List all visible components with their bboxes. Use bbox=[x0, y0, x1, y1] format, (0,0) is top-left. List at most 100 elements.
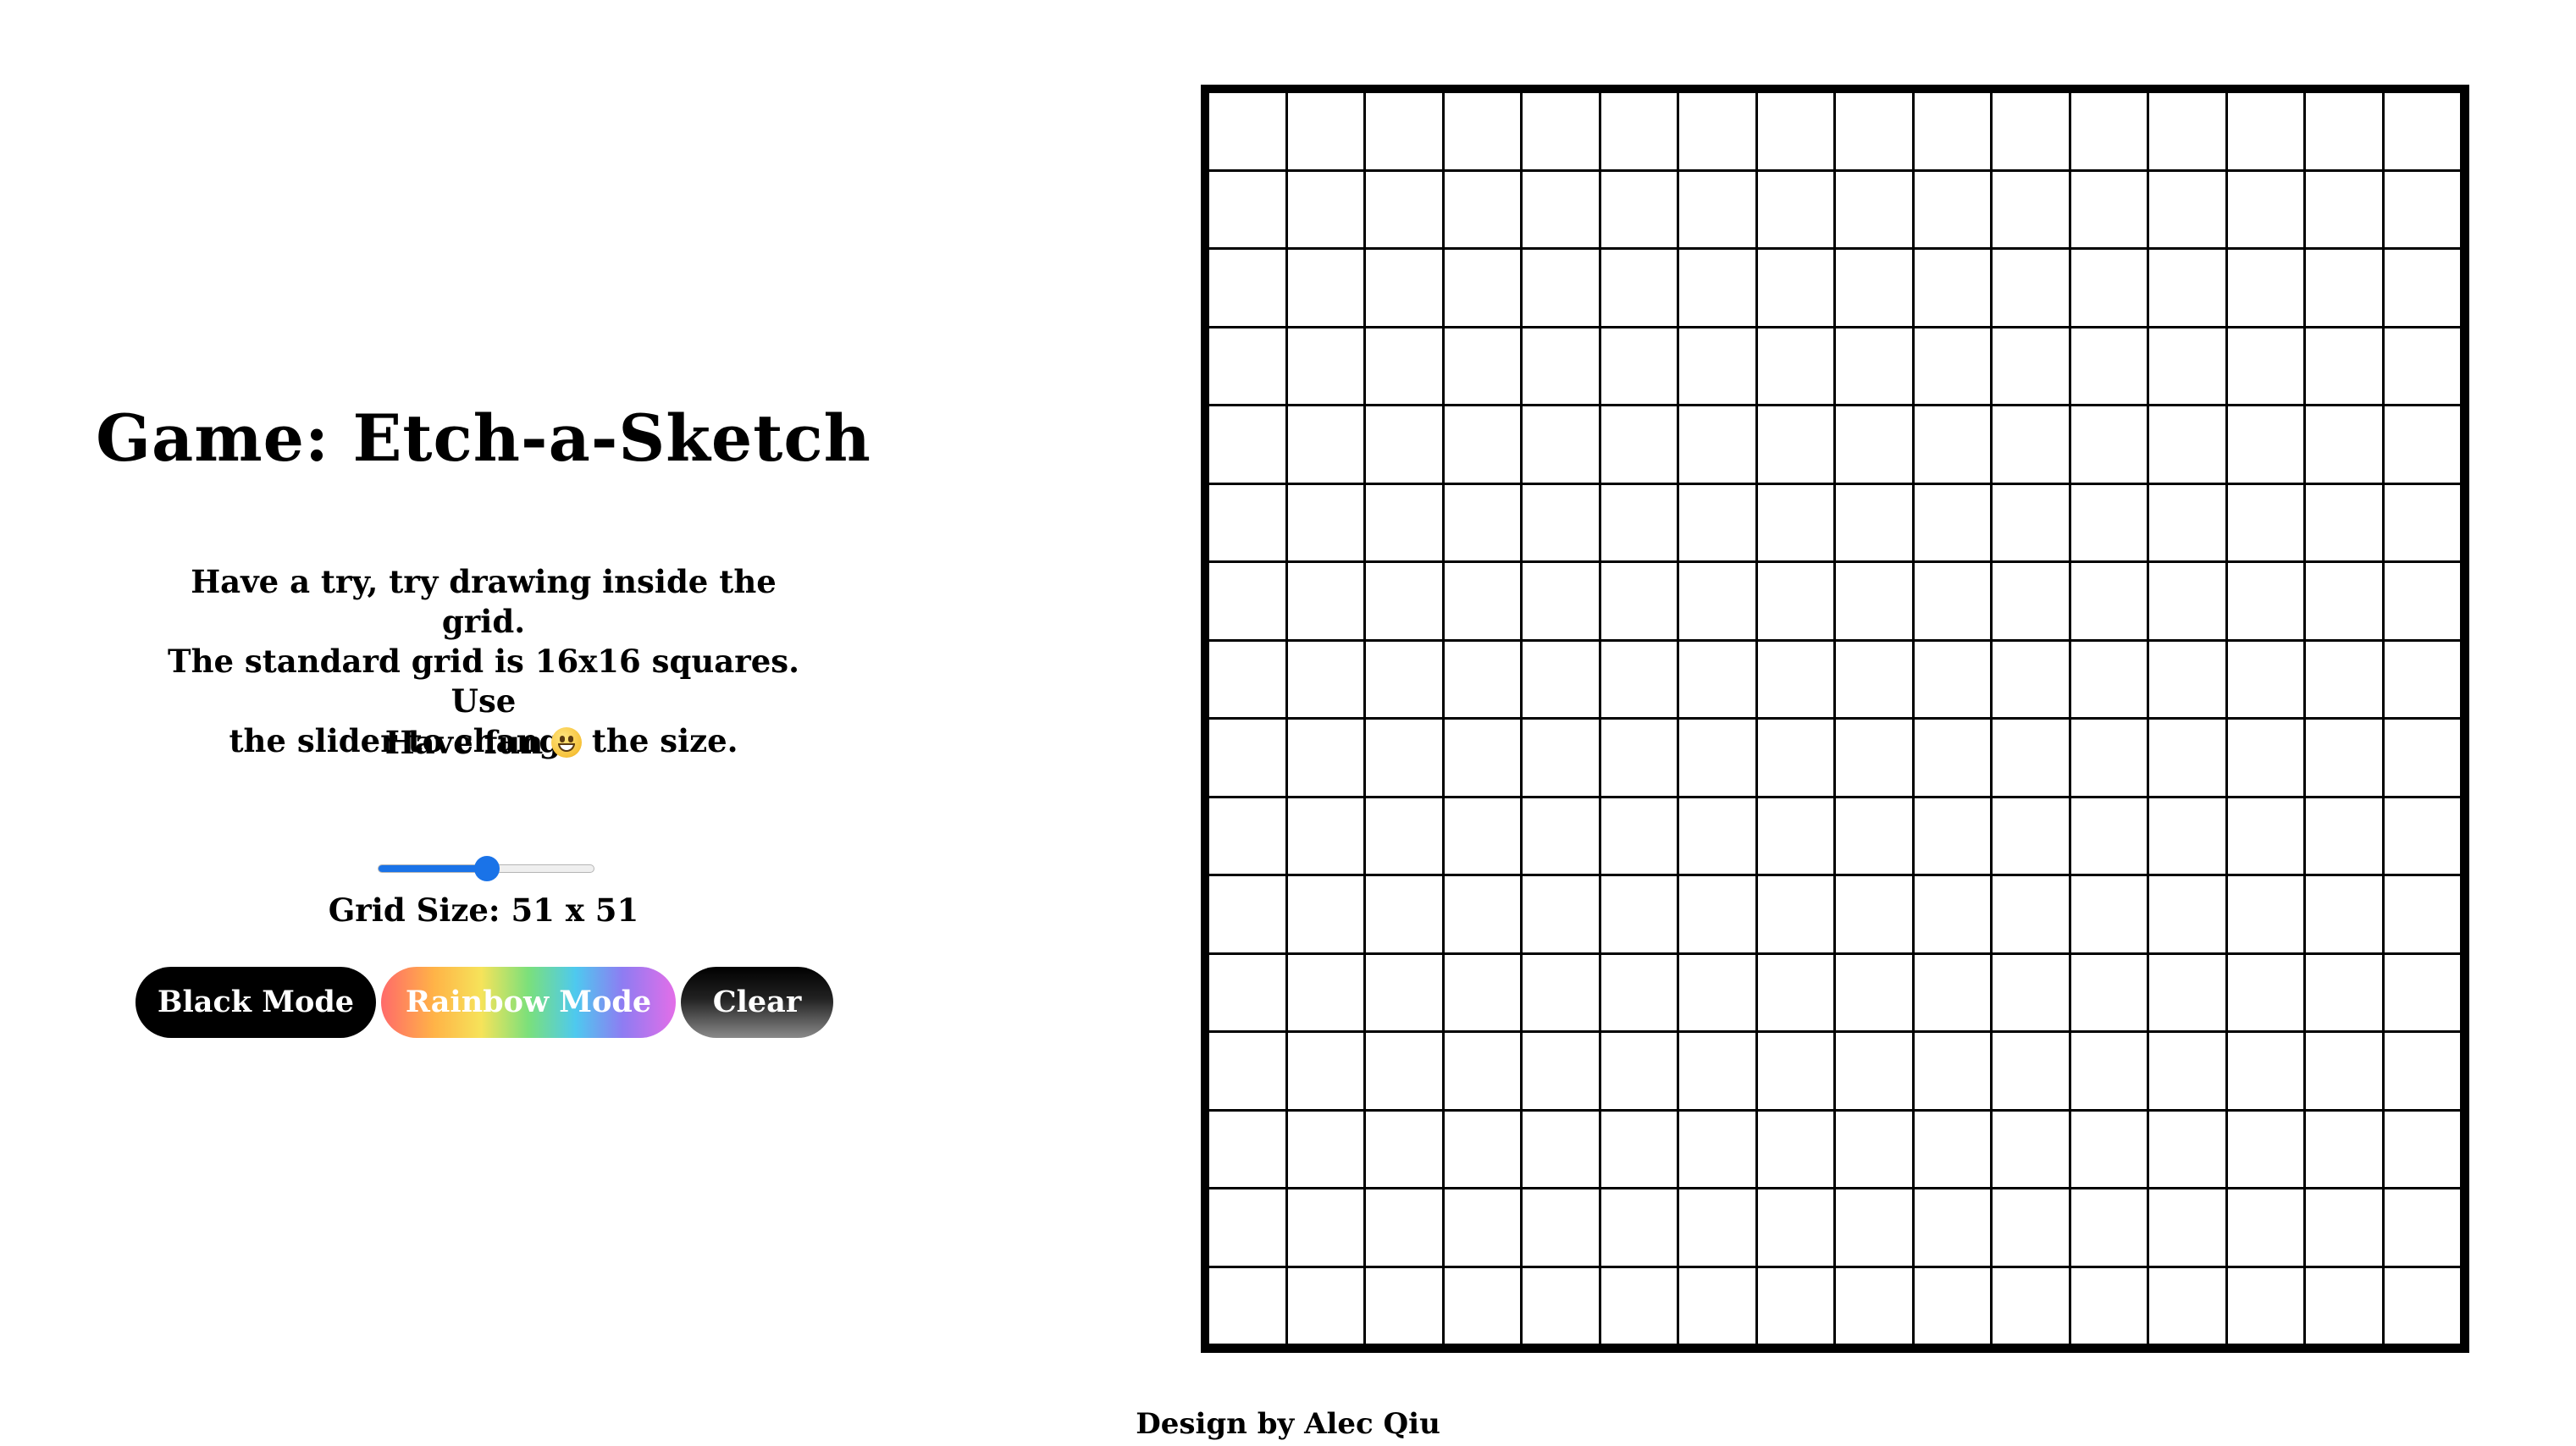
grid-cell[interactable] bbox=[1834, 1266, 1914, 1345]
grid-cell[interactable] bbox=[1521, 1188, 1600, 1267]
grid-cell[interactable] bbox=[1912, 248, 1992, 328]
grid-cell[interactable] bbox=[2069, 169, 2148, 249]
grid-cell[interactable] bbox=[1442, 875, 1522, 954]
grid-cell[interactable] bbox=[1285, 639, 1365, 719]
grid-cell[interactable] bbox=[2304, 326, 2384, 406]
grid-cell[interactable] bbox=[1521, 718, 1600, 798]
grid-cell[interactable] bbox=[1755, 875, 1835, 954]
grid-cell[interactable] bbox=[2382, 326, 2462, 406]
grid-cell[interactable] bbox=[2069, 952, 2148, 1032]
grid-cell[interactable] bbox=[1285, 405, 1365, 484]
grid-cell[interactable] bbox=[1364, 875, 1444, 954]
grid-cell[interactable] bbox=[1991, 796, 2070, 875]
grid-cell[interactable] bbox=[2225, 796, 2305, 875]
grid-cell[interactable] bbox=[1755, 1109, 1835, 1189]
grid-cell[interactable] bbox=[1364, 639, 1444, 719]
grid-cell[interactable] bbox=[2069, 483, 2148, 562]
grid-cell[interactable] bbox=[1521, 326, 1600, 406]
grid-cell[interactable] bbox=[2304, 875, 2384, 954]
grid-cell[interactable] bbox=[1755, 561, 1835, 641]
grid-cell[interactable] bbox=[1678, 718, 1757, 798]
grid-cell[interactable] bbox=[1834, 875, 1914, 954]
grid-cell[interactable] bbox=[2304, 1188, 2384, 1267]
grid-cell[interactable] bbox=[1442, 1188, 1522, 1267]
grid-cell[interactable] bbox=[1755, 718, 1835, 798]
grid-cell[interactable] bbox=[1678, 326, 1757, 406]
grid-cell[interactable] bbox=[1912, 952, 1992, 1032]
grid-cell[interactable] bbox=[1285, 91, 1365, 171]
grid-cell[interactable] bbox=[1599, 718, 1678, 798]
grid-cell[interactable] bbox=[1364, 796, 1444, 875]
grid-cell[interactable] bbox=[1285, 1109, 1365, 1189]
grid-cell[interactable] bbox=[1912, 1266, 1992, 1345]
grid-cell[interactable] bbox=[1834, 483, 1914, 562]
grid-cell[interactable] bbox=[1834, 1109, 1914, 1189]
grid-cell[interactable] bbox=[2148, 561, 2227, 641]
grid-cell[interactable] bbox=[1442, 1031, 1522, 1111]
grid-cell[interactable] bbox=[1678, 91, 1757, 171]
grid-cell[interactable] bbox=[1834, 1031, 1914, 1111]
grid-cell[interactable] bbox=[1208, 1031, 1287, 1111]
grid-cell[interactable] bbox=[2225, 561, 2305, 641]
grid-cell[interactable] bbox=[1285, 1031, 1365, 1111]
grid-cell[interactable] bbox=[1521, 952, 1600, 1032]
grid-cell[interactable] bbox=[1521, 796, 1600, 875]
grid-cell[interactable] bbox=[2069, 1031, 2148, 1111]
grid-cell[interactable] bbox=[2304, 561, 2384, 641]
clear-button[interactable]: Clear bbox=[681, 967, 833, 1038]
grid-cell[interactable] bbox=[1521, 169, 1600, 249]
grid-cell[interactable] bbox=[2148, 875, 2227, 954]
grid-cell[interactable] bbox=[2148, 1188, 2227, 1267]
grid-cell[interactable] bbox=[2069, 1109, 2148, 1189]
grid-cell[interactable] bbox=[2382, 875, 2462, 954]
grid-cell[interactable] bbox=[2304, 1031, 2384, 1111]
grid-cell[interactable] bbox=[1755, 1188, 1835, 1267]
grid-cell[interactable] bbox=[1834, 169, 1914, 249]
grid-cell[interactable] bbox=[2069, 91, 2148, 171]
grid-cell[interactable] bbox=[1599, 952, 1678, 1032]
grid-cell[interactable] bbox=[1678, 1109, 1757, 1189]
grid-cell[interactable] bbox=[2069, 796, 2148, 875]
grid-cell[interactable] bbox=[1285, 1266, 1365, 1345]
grid-cell[interactable] bbox=[2225, 1266, 2305, 1345]
grid-cell[interactable] bbox=[2225, 952, 2305, 1032]
grid-cell[interactable] bbox=[2148, 405, 2227, 484]
grid-cell[interactable] bbox=[1521, 483, 1600, 562]
grid-cell[interactable] bbox=[1912, 91, 1992, 171]
grid-cell[interactable] bbox=[1834, 561, 1914, 641]
grid-cell[interactable] bbox=[1912, 169, 1992, 249]
grid-cell[interactable] bbox=[2225, 718, 2305, 798]
grid-cell[interactable] bbox=[2148, 1266, 2227, 1345]
grid-cell[interactable] bbox=[1678, 796, 1757, 875]
grid-cell[interactable] bbox=[1208, 561, 1287, 641]
grid-cell[interactable] bbox=[2069, 639, 2148, 719]
grid-cell[interactable] bbox=[2148, 1109, 2227, 1189]
grid-cell[interactable] bbox=[1442, 169, 1522, 249]
grid-cell[interactable] bbox=[1364, 169, 1444, 249]
slider-thumb[interactable] bbox=[474, 856, 500, 881]
grid-cell[interactable] bbox=[1599, 1031, 1678, 1111]
grid-cell[interactable] bbox=[2069, 1266, 2148, 1345]
grid-cell[interactable] bbox=[1442, 248, 1522, 328]
grid-cell[interactable] bbox=[1755, 483, 1835, 562]
grid-cell[interactable] bbox=[1208, 483, 1287, 562]
grid-cell[interactable] bbox=[2148, 718, 2227, 798]
grid-cell[interactable] bbox=[1991, 91, 2070, 171]
sketch-grid[interactable] bbox=[1201, 85, 2469, 1353]
grid-cell[interactable] bbox=[1912, 1109, 1992, 1189]
grid-cell[interactable] bbox=[1991, 405, 2070, 484]
grid-cell[interactable] bbox=[1834, 91, 1914, 171]
grid-cell[interactable] bbox=[1991, 1266, 2070, 1345]
grid-cell[interactable] bbox=[1834, 796, 1914, 875]
grid-cell[interactable] bbox=[1912, 639, 1992, 719]
grid-cell[interactable] bbox=[1208, 796, 1287, 875]
grid-cell[interactable] bbox=[1364, 91, 1444, 171]
grid-cell[interactable] bbox=[2148, 483, 2227, 562]
grid-cell[interactable] bbox=[1834, 718, 1914, 798]
grid-cell[interactable] bbox=[1834, 1188, 1914, 1267]
grid-cell[interactable] bbox=[1364, 561, 1444, 641]
grid-cell[interactable] bbox=[1285, 796, 1365, 875]
grid-cell[interactable] bbox=[2225, 405, 2305, 484]
grid-cell[interactable] bbox=[2225, 248, 2305, 328]
grid-cell[interactable] bbox=[1599, 483, 1678, 562]
